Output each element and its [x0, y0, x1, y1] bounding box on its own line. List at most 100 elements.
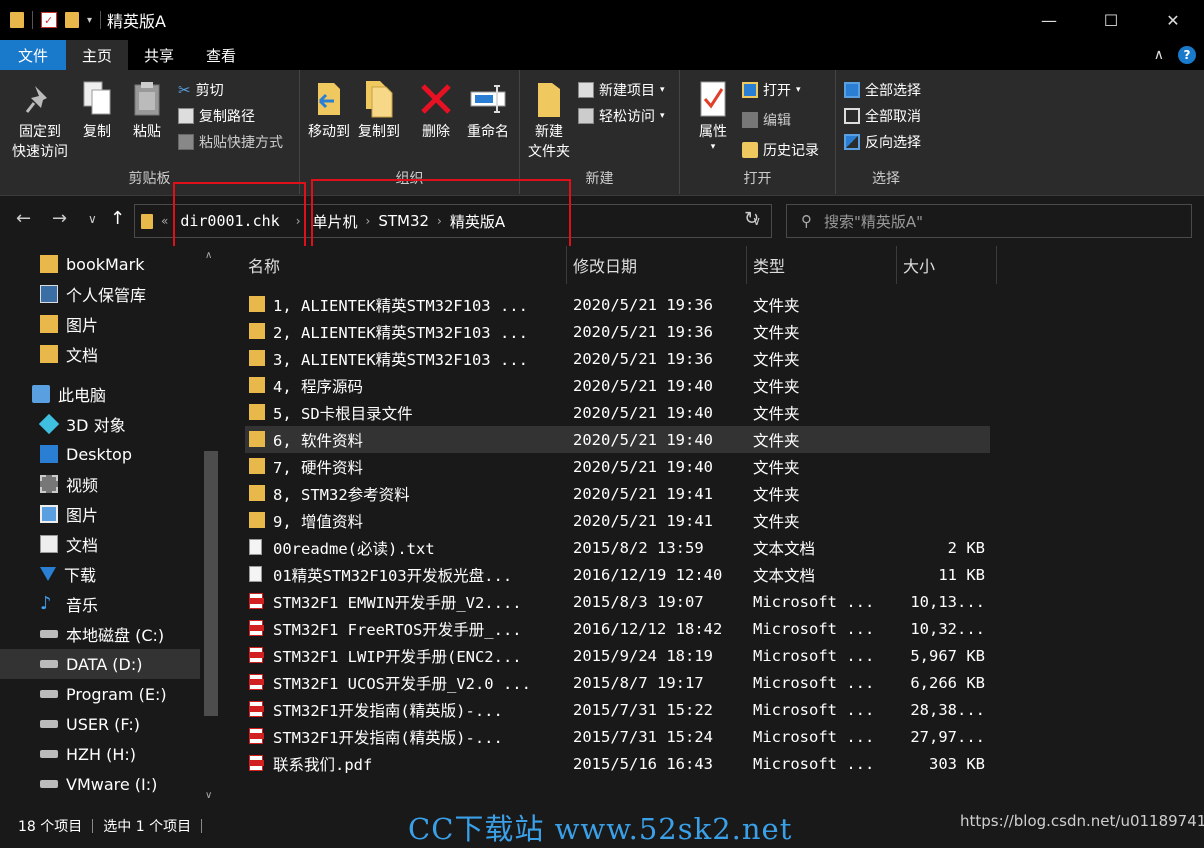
close-button[interactable]: ✕	[1142, 0, 1204, 40]
sidebar-item[interactable]: 图片	[0, 499, 200, 529]
sidebar-item[interactable]: Desktop	[0, 439, 200, 469]
back-arrow-icon[interactable]: ←	[16, 208, 31, 229]
file-row[interactable]: STM32F1 FreeRTOS开发手册_... 2016/12/12 18:42…	[245, 615, 990, 642]
sidebar-item[interactable]: 文档	[0, 339, 200, 369]
column-header-name[interactable]: 名称	[242, 246, 567, 284]
help-icon[interactable]: ?	[1178, 46, 1196, 64]
properties-button[interactable]: 属性 ▾	[688, 78, 738, 152]
sidebar-item[interactable]: 个人保管库	[0, 279, 200, 309]
sidebar-item[interactable]: 本地磁盘 (C:)	[0, 619, 200, 649]
pin-quick-access-button[interactable]: 固定到 快速访问	[8, 78, 72, 162]
delete-button[interactable]: 删除	[416, 78, 456, 142]
sidebar-item[interactable]: USER (F:)	[0, 709, 200, 739]
edit-button[interactable]: 编辑	[742, 110, 791, 130]
file-row[interactable]: 6, 软件资料 2020/5/21 19:40 文件夹	[245, 426, 990, 453]
tab-share[interactable]: 共享	[128, 40, 190, 70]
forward-arrow-icon[interactable]: →	[52, 208, 67, 229]
chevron-right-icon[interactable]: ›	[296, 214, 301, 228]
new-item-button[interactable]: 新建项目 ▾	[578, 80, 665, 100]
breadcrumb-item[interactable]: 精英版A	[442, 211, 513, 232]
file-type: 文件夹	[753, 350, 800, 369]
sidebar-item[interactable]: 此电脑	[0, 379, 200, 409]
file-row[interactable]: STM32F1 EMWIN开发手册_V2.... 2015/8/3 19:07 Mi…	[245, 588, 990, 615]
file-row[interactable]: 00readme(必读).txt 2015/8/2 13:59 文本文档 2 KB	[245, 534, 990, 561]
column-header-type[interactable]: 类型	[747, 246, 897, 284]
copy-button[interactable]: 复制	[76, 78, 118, 142]
cut-label: 剪切	[195, 83, 224, 99]
easy-access-button[interactable]: 轻松访问 ▾	[578, 106, 665, 126]
select-all-button[interactable]: 全部选择	[844, 80, 921, 100]
file-row[interactable]: 5, SD卡根目录文件 2020/5/21 19:40 文件夹	[245, 399, 990, 426]
sidebar-item-label: 图片	[66, 316, 99, 335]
sidebar-item[interactable]: 下载	[0, 559, 200, 589]
new-folder-button[interactable]: 新建 文件夹	[526, 78, 572, 162]
file-row[interactable]: 1, ALIENTEK精英STM32F103 ... 2020/5/21 19:3…	[245, 291, 990, 318]
cut-button[interactable]: ✂ 剪切	[178, 80, 224, 100]
drive-icon	[40, 720, 58, 728]
sidebar-item[interactable]: 文档	[0, 529, 200, 559]
breadcrumb-root[interactable]: dir0001.chk	[172, 212, 287, 230]
file-row[interactable]: 4, 程序源码 2020/5/21 19:40 文件夹	[245, 372, 990, 399]
up-arrow-icon[interactable]: ↑	[110, 208, 125, 229]
move-to-button[interactable]: 移动到	[306, 78, 352, 142]
column-header-date[interactable]: 修改日期	[567, 246, 747, 284]
search-input[interactable]: ⚲ 搜索"精英版A"	[786, 204, 1192, 238]
tab-view[interactable]: 查看	[190, 40, 252, 70]
file-row[interactable]: STM32F1 UCOS开发手册_V2.0 ... 2015/8/7 19:17 M…	[245, 669, 990, 696]
properties-check-icon[interactable]: ✓	[41, 12, 57, 28]
sidebar-item[interactable]: Program (E:)	[0, 679, 200, 709]
sidebar-item[interactable]: HZH (H:)	[0, 739, 200, 769]
refresh-icon[interactable]: ↻	[744, 208, 759, 229]
sidebar-item[interactable]: bookMark	[0, 249, 200, 279]
tab-file[interactable]: 文件	[0, 40, 67, 70]
paste-button[interactable]: 粘贴	[124, 78, 170, 142]
sidebar-item[interactable]: ♪ 音乐	[0, 589, 200, 619]
new-item-icon	[578, 82, 594, 98]
breadcrumb-item[interactable]: 单片机	[305, 211, 366, 232]
sidebar-scrollbar[interactable]: ∧ ∨	[202, 246, 220, 811]
scrollbar-thumb[interactable]	[204, 451, 218, 716]
recent-locations-chevron-icon[interactable]: ∨	[88, 212, 97, 226]
sidebar-item[interactable]: VMware (I:)	[0, 769, 200, 799]
file-row[interactable]: 7, 硬件资料 2020/5/21 19:40 文件夹	[245, 453, 990, 480]
file-row[interactable]: 01精英STM32F103开发板光盘... 2016/12/19 12:40 文本文…	[245, 561, 990, 588]
chevron-down-icon[interactable]: ▾	[87, 15, 92, 26]
file-row[interactable]: STM32F1 LWIP开发手册(ENC2... 2015/9/24 18:19 M…	[245, 642, 990, 669]
breadcrumb-overflow-icon[interactable]: «	[161, 214, 168, 228]
sidebar-item[interactable]: 3D 对象	[0, 409, 200, 439]
maximize-button[interactable]: ☐	[1080, 0, 1142, 40]
copy-to-button[interactable]: 复制到	[356, 78, 402, 142]
scroll-down-icon[interactable]: ∨	[205, 790, 212, 801]
history-icon	[742, 142, 758, 158]
file-row[interactable]: 2, ALIENTEK精英STM32F103 ... 2020/5/21 19:3…	[245, 318, 990, 345]
file-row[interactable]: 8, STM32参考资料 2020/5/21 19:41 文件夹	[245, 480, 990, 507]
select-none-button[interactable]: 全部取消	[844, 106, 921, 126]
new-folder-icon[interactable]	[65, 12, 79, 28]
open-button[interactable]: 打开 ▾	[742, 80, 801, 100]
rename-button[interactable]: 重命名	[462, 78, 514, 142]
sidebar-item[interactable]: 视频	[0, 469, 200, 499]
copy-path-button[interactable]: 复制路径	[178, 106, 255, 126]
sidebar-item[interactable]: DATA (D:)	[0, 649, 200, 679]
file-row[interactable]: 3, ALIENTEK精英STM32F103 ... 2020/5/21 19:3…	[245, 345, 990, 372]
tab-home[interactable]: 主页	[66, 40, 129, 70]
scroll-up-icon[interactable]: ∧	[205, 250, 212, 261]
minimize-button[interactable]: —	[1018, 0, 1080, 40]
collapse-ribbon-icon[interactable]: ∧	[1154, 47, 1164, 63]
file-row[interactable]: 9, 增值资料 2020/5/21 19:41 文件夹	[245, 507, 990, 534]
file-type: 文件夹	[753, 296, 800, 315]
file-row[interactable]: 联系我们.pdf 2015/5/16 16:43 Microsoft ... 303 …	[245, 750, 990, 777]
sidebar-item[interactable]: 图片	[0, 309, 200, 339]
file-row[interactable]: STM32F1开发指南(精英版)-... 2015/7/31 15:24 Micro…	[245, 723, 990, 750]
new-group: 新建 文件夹 新建项目 ▾ 轻松访问 ▾ 新建	[520, 70, 680, 194]
file-row[interactable]: STM32F1开发指南(精英版)-... 2015/7/31 15:22 Micro…	[245, 696, 990, 723]
file-type: Microsoft ...	[753, 592, 875, 611]
address-bar[interactable]: « dir0001.chk › 单片机 › STM32 › 精英版A ∨	[134, 204, 772, 238]
column-header-size[interactable]: 大小	[897, 246, 997, 284]
paste-shortcut-button[interactable]: 粘贴快捷方式	[178, 132, 283, 152]
file-list: 名称 修改日期 类型 大小 1, ALIENTEK精英STM32F103 ...…	[222, 246, 1204, 811]
history-button[interactable]: 历史记录	[742, 140, 819, 160]
invert-selection-button[interactable]: 反向选择	[844, 132, 921, 152]
pdf-icon	[249, 674, 264, 690]
breadcrumb-item[interactable]: STM32	[370, 212, 437, 230]
